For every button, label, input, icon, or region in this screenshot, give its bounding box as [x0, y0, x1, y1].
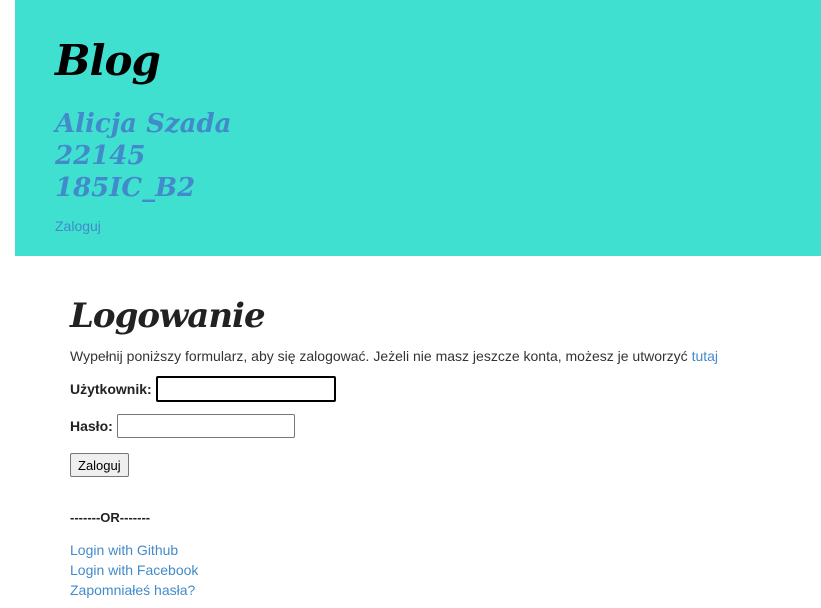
login-submit-button[interactable]: Zaloguj: [70, 453, 129, 477]
forgot-password-link[interactable]: Zapomniałeś hasła?: [70, 580, 198, 600]
author-name: Alicja Szada: [55, 109, 232, 139]
password-row: Hasło:: [70, 414, 295, 438]
password-input[interactable]: [116, 414, 295, 438]
alt-login-links: Login with Github Login with Facebook Za…: [70, 540, 198, 600]
username-row: Użytkownik:: [70, 376, 336, 402]
header-login-link[interactable]: Zaloguj: [55, 218, 101, 234]
username-label: Użytkownik:: [70, 381, 152, 397]
site-title: Blog: [55, 36, 161, 85]
facebook-login-link[interactable]: Login with Facebook: [70, 560, 198, 580]
intro-text: Wypełnij poniższy formularz, aby się zal…: [70, 348, 718, 364]
author-id: 22145: [55, 141, 146, 171]
github-login-link[interactable]: Login with Github: [70, 540, 198, 560]
or-divider: -------OR-------: [70, 510, 151, 525]
username-input[interactable]: [155, 376, 336, 402]
site-header: Blog Alicja Szada 22145 185IC_B2 Zaloguj: [15, 0, 821, 256]
page-title: Logowanie: [70, 296, 266, 336]
intro-description: Wypełnij poniższy formularz, aby się zal…: [70, 348, 688, 364]
author-group: 185IC_B2: [55, 173, 196, 203]
author-info: Alicja Szada 22145 185IC_B2: [55, 108, 231, 204]
register-link[interactable]: tutaj: [692, 348, 718, 364]
password-label: Hasło:: [70, 418, 113, 434]
